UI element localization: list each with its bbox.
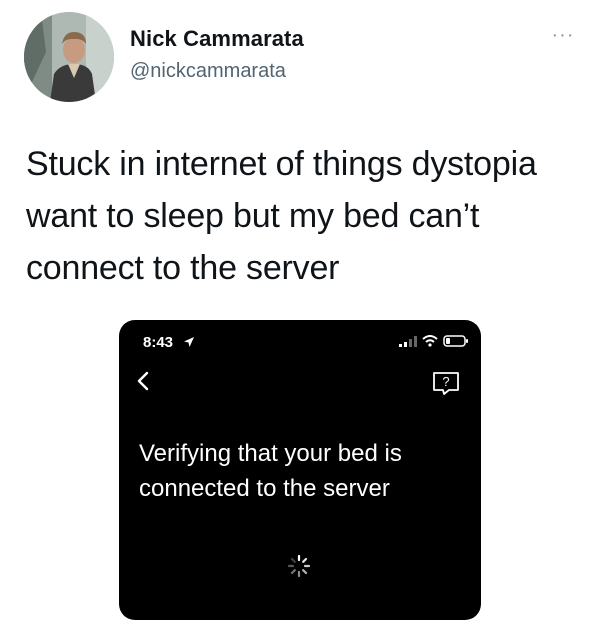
help-icon: ? <box>433 372 459 395</box>
avatar[interactable] <box>24 12 114 102</box>
help-label: ? <box>442 374 449 389</box>
cellular-signal-icon <box>399 335 417 347</box>
help-button[interactable]: ? <box>430 370 462 401</box>
battery-icon <box>443 335 468 347</box>
wifi-icon <box>422 335 438 347</box>
more-icon: ··· <box>551 24 575 46</box>
spinner-icon <box>287 554 311 578</box>
more-button[interactable]: ··· <box>548 25 578 45</box>
status-time: 8:43 <box>143 334 174 351</box>
avatar-image <box>24 12 114 102</box>
location-icon <box>184 337 194 347</box>
author-handle[interactable]: @nickcammarata <box>130 60 286 83</box>
tweet-text: Stuck in internet of things dystopia wan… <box>26 145 537 287</box>
attached-image[interactable]: 8:43 ? Verifying that your bed is connec… <box>119 320 481 620</box>
author-name[interactable]: Nick Cammarata <box>130 26 304 52</box>
chevron-left-icon[interactable] <box>135 370 151 392</box>
verify-message: Verifying that your bed is connected to … <box>139 440 402 502</box>
status-icons <box>399 335 469 347</box>
